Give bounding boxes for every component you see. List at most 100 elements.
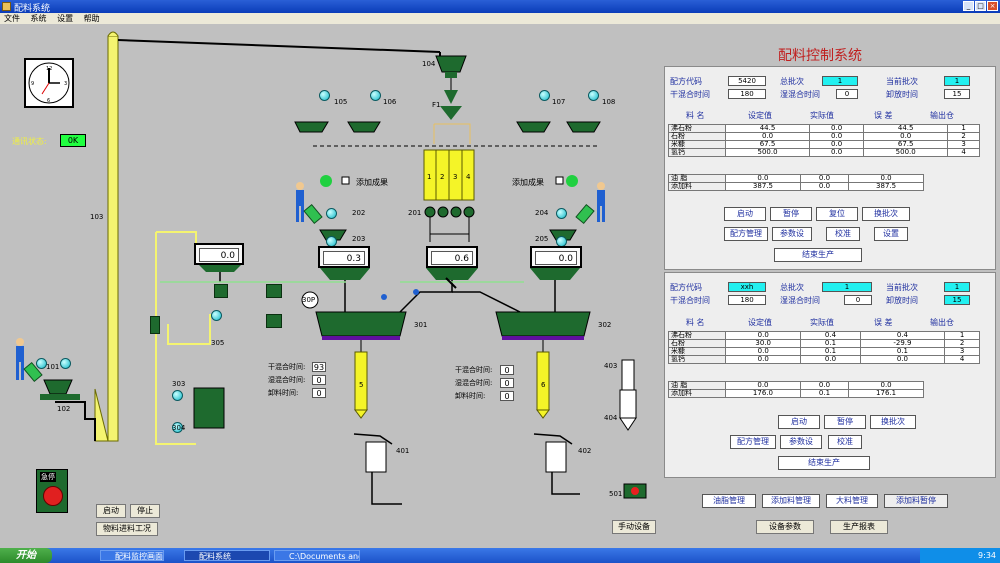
p1-start-button[interactable]: 启动	[724, 207, 766, 221]
label-108: 108	[602, 98, 616, 106]
p2-e1-err: 176.1	[848, 389, 924, 398]
taskbar-item-3[interactable]: C:\Documents and...	[274, 550, 360, 561]
additive-pause-button[interactable]: 添加料暂停	[884, 494, 948, 508]
valve-108-icon[interactable]	[588, 90, 599, 101]
valve-107-icon[interactable]	[539, 90, 550, 101]
p1-e1-name: 添加料	[668, 182, 726, 191]
table-row: 氢钙 0.0 0.0 0.0 4	[668, 355, 980, 364]
p2-code-value: xxh	[728, 282, 766, 292]
maximize-button[interactable]: □	[975, 1, 986, 11]
equipment-params-button[interactable]: 设备参数	[756, 520, 814, 534]
mixer-left-discharge-value: 0	[312, 388, 326, 398]
label-screw-6: 6	[541, 381, 546, 389]
minimize-button[interactable]: _	[963, 1, 974, 11]
close-button[interactable]: ×	[987, 1, 998, 11]
additive-label-right: 添加成果	[512, 178, 544, 187]
additive-mgmt-button[interactable]: 添加料管理	[762, 494, 820, 508]
label-403: 403	[604, 362, 618, 370]
mixer-right-discharge-value: 0	[500, 391, 514, 401]
p1-end-production-button[interactable]: 结束生产	[774, 248, 862, 262]
valve-306-icon[interactable]	[150, 316, 160, 334]
p1-total-batch-value: 1	[822, 76, 858, 86]
bulk-mgmt-button[interactable]: 大料管理	[826, 494, 878, 508]
material-feed-button[interactable]: 物料进料工况	[96, 522, 158, 536]
p2-r3-out: 4	[944, 355, 980, 364]
p1-params-button[interactable]: 参数设	[772, 227, 812, 241]
p1-wet-time-label: 湿混合时间	[780, 90, 820, 99]
emergency-stop-button-icon[interactable]	[43, 486, 63, 506]
p1-recipe-mgmt-button[interactable]: 配方管理	[724, 227, 768, 241]
menu-system[interactable]: 系统	[31, 14, 47, 23]
p1-dry-time-value: 180	[728, 89, 766, 99]
table-row: 石粉 0.0 0.0 0.0 2	[668, 132, 980, 141]
label-bin-3: 3	[453, 173, 458, 181]
menu-file[interactable]: 文件	[4, 14, 20, 23]
p2-extra-table: 油 脂 0.0 0.0 0.0 添加料 176.0 0.1 176.1	[668, 381, 924, 398]
scale-1: 0.0	[194, 243, 244, 265]
p1-r3-actual: 0.0	[809, 148, 865, 157]
system-tray: 9:34	[920, 548, 1000, 563]
mixer-right-dry-label: 干混合时间:	[455, 366, 493, 374]
pump-b-icon[interactable]	[266, 284, 282, 298]
valve-105-icon[interactable]	[319, 90, 330, 101]
p2-wet-time-label: 湿混合时间	[780, 296, 820, 305]
taskbar-item-1[interactable]: 配料监控画面...	[100, 550, 164, 561]
p2-params-button[interactable]: 参数设	[780, 435, 822, 449]
label-bin-2: 2	[440, 173, 445, 181]
p1-total-batch-label: 总批次	[780, 77, 804, 86]
emergency-stop[interactable]: 急停	[36, 469, 68, 513]
label-203: 203	[352, 235, 366, 243]
p2-change-batch-button[interactable]: 换批次	[870, 415, 916, 429]
menu-help[interactable]: 帮助	[84, 14, 100, 23]
p2-current-batch-value: 1	[944, 282, 970, 292]
start-button[interactable]: 启动	[96, 504, 126, 518]
label-303: 303	[172, 380, 186, 388]
label-bin-4: 4	[466, 173, 471, 181]
pump-c-icon[interactable]	[266, 314, 282, 328]
p2-end-production-button[interactable]: 结束生产	[778, 456, 870, 470]
p1-code-value: 5420	[728, 76, 766, 86]
p1-reset-button[interactable]: 复位	[816, 207, 858, 221]
label-107: 107	[552, 98, 566, 106]
p2-discharge-label: 卸放时间	[886, 296, 918, 305]
p2-recipe-mgmt-button[interactable]: 配方管理	[730, 435, 776, 449]
p2-dry-time-label: 干混合时间	[670, 296, 710, 305]
p1-header-out: 输出仓	[930, 111, 954, 120]
p1-current-batch-label: 当前批次	[886, 77, 918, 86]
p1-change-batch-button[interactable]: 换批次	[862, 207, 910, 221]
p1-e1-err: 387.5	[848, 182, 924, 191]
p1-extra-table: 油 脂 0.0 0.0 0.0 添加料 387.5 0.0 387.5	[668, 174, 924, 191]
p1-header-actual: 实际值	[810, 111, 834, 120]
start-menu-button[interactable]: 开始	[0, 548, 52, 563]
label-101: 101	[46, 363, 60, 371]
mixer-left-wet-value: 0	[312, 375, 326, 385]
stop-button[interactable]: 停止	[130, 504, 160, 518]
oil-mgmt-button[interactable]: 油脂管理	[702, 494, 756, 508]
pump-a-icon[interactable]	[214, 284, 228, 298]
menu-settings[interactable]: 设置	[57, 14, 73, 23]
p2-code-label: 配方代码	[670, 283, 702, 292]
table-row: 米糠 67.5 0.0 67.5 3	[668, 140, 980, 149]
p2-calibrate-button[interactable]: 校准	[828, 435, 862, 449]
scale-1-value: 0.0	[199, 248, 239, 262]
valve-204-icon[interactable]	[556, 208, 567, 219]
p2-r3-name: 氢钙	[668, 355, 726, 364]
manual-device-button[interactable]: 手动设备	[612, 520, 656, 534]
p1-settings-button[interactable]: 设置	[874, 227, 908, 241]
p1-pause-button[interactable]: 暂停	[770, 207, 812, 221]
p2-start-button[interactable]: 启动	[778, 415, 820, 429]
valve-303-icon[interactable]	[172, 390, 183, 401]
emergency-stop-label: 急停	[40, 472, 56, 482]
taskbar: 开始 配料监控画面... 配料系统 C:\Documents and... 9:…	[0, 548, 1000, 563]
p1-material-table: 沸石粉 44.5 0.0 44.5 1 石粉 0.0 0.0 0.0 2 米糠 67.5 0.0 67…	[668, 124, 980, 157]
label-30p: 30P	[302, 296, 316, 304]
valve-101b-icon[interactable]	[60, 358, 71, 369]
valve-305-icon[interactable]	[211, 310, 222, 321]
p1-calibrate-button[interactable]: 校准	[826, 227, 860, 241]
p2-header-set: 设定值	[748, 318, 772, 327]
valve-106-icon[interactable]	[370, 90, 381, 101]
taskbar-item-2[interactable]: 配料系统	[184, 550, 270, 561]
production-report-button[interactable]: 生产报表	[830, 520, 888, 534]
valve-202-icon[interactable]	[326, 208, 337, 219]
p2-pause-button[interactable]: 暂停	[824, 415, 866, 429]
